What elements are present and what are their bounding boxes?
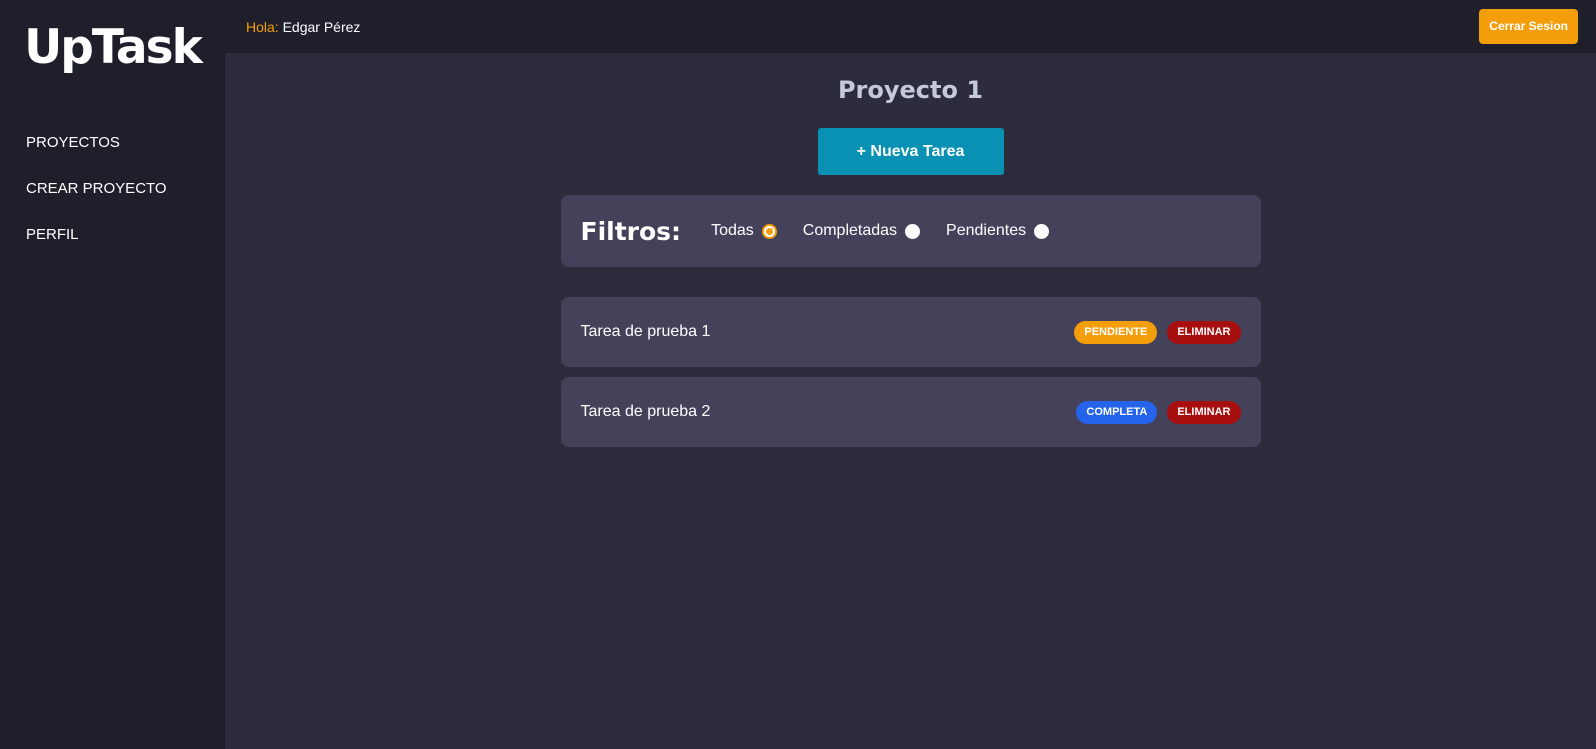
sidebar-item-crear-proyecto[interactable]: CREAR PROYECTO xyxy=(0,166,225,212)
user-greeting: Hola: Edgar Pérez xyxy=(246,19,360,35)
task-item: Tarea de prueba 2 COMPLETA ELIMINAR xyxy=(560,377,1261,447)
filter-todas[interactable]: Todas xyxy=(711,222,777,240)
app-logo[interactable]: UpTask xyxy=(0,0,225,110)
filter-completadas[interactable]: Completadas xyxy=(802,222,921,240)
greeting-prefix: Hola: xyxy=(246,18,279,35)
filter-label: Completadas xyxy=(802,222,898,239)
task-delete-button[interactable]: ELIMINAR xyxy=(1167,400,1241,424)
logout-button[interactable]: Cerrar Sesion xyxy=(1479,9,1578,44)
task-actions: PENDIENTE ELIMINAR xyxy=(1074,320,1241,344)
task-status-button[interactable]: PENDIENTE xyxy=(1074,320,1158,344)
sidebar-item-perfil[interactable]: PERFIL xyxy=(0,212,225,258)
top-bar: Hola: Edgar Pérez Cerrar Sesion xyxy=(225,0,1596,53)
new-task-button[interactable]: + Nueva Tarea xyxy=(817,128,1004,175)
radio-pendientes[interactable] xyxy=(1034,223,1050,239)
task-name: Tarea de prueba 1 xyxy=(580,323,711,340)
task-actions: COMPLETA ELIMINAR xyxy=(1076,400,1241,424)
filter-label: Todas xyxy=(711,222,754,239)
filters-panel: Filtros: Todas Completadas Pendientes xyxy=(560,195,1261,267)
sidebar: UpTask PROYECTOS CREAR PROYECTO PERFIL xyxy=(0,0,225,749)
filter-label: Pendientes xyxy=(946,222,1027,239)
main-area: Hola: Edgar Pérez Cerrar Sesion Proyecto… xyxy=(225,0,1596,749)
page-title: Proyecto 1 xyxy=(837,76,984,104)
radio-completadas[interactable] xyxy=(905,223,921,239)
project-content: Proyecto 1 + Nueva Tarea Filtros: Todas … xyxy=(225,53,1596,457)
task-list: Tarea de prueba 1 PENDIENTE ELIMINAR Tar… xyxy=(560,297,1261,457)
radio-todas[interactable] xyxy=(761,223,777,239)
task-item: Tarea de prueba 1 PENDIENTE ELIMINAR xyxy=(560,297,1261,367)
filter-pendientes[interactable]: Pendientes xyxy=(946,222,1050,240)
sidebar-item-proyectos[interactable]: PROYECTOS xyxy=(0,120,225,166)
user-name: Edgar Pérez xyxy=(282,18,361,35)
sidebar-nav: PROYECTOS CREAR PROYECTO PERFIL xyxy=(0,120,225,258)
task-status-button[interactable]: COMPLETA xyxy=(1076,400,1158,424)
task-delete-button[interactable]: ELIMINAR xyxy=(1167,320,1241,344)
task-name: Tarea de prueba 2 xyxy=(580,403,711,420)
filters-title: Filtros: xyxy=(580,216,682,246)
